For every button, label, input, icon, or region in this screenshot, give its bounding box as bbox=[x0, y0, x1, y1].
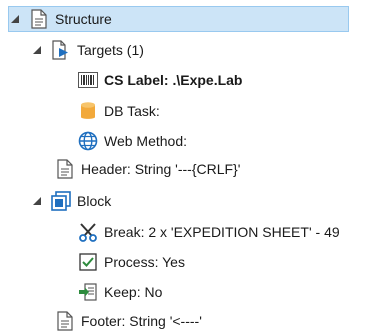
tree-node-label: Targets (1) bbox=[77, 42, 144, 58]
document-icon bbox=[55, 311, 75, 331]
tree-node-keep[interactable]: Keep: No bbox=[78, 279, 162, 305]
scissors-icon bbox=[78, 222, 98, 242]
tree-node-block[interactable]: Block bbox=[31, 188, 111, 214]
tree-node-label: Keep: No bbox=[104, 284, 163, 300]
expanded-triangle-icon[interactable] bbox=[9, 13, 21, 25]
tree-node-label: Break: 2 x 'EXPEDITION SHEET' - 49 bbox=[104, 224, 340, 240]
expanded-triangle-icon[interactable] bbox=[31, 44, 43, 56]
tree-node-db-task[interactable]: DB Task: bbox=[78, 98, 160, 124]
document-icon bbox=[29, 9, 49, 29]
tree-node-header[interactable]: Header: String '---{CRLF}' bbox=[55, 156, 240, 182]
tree-node-label: Footer: String '<----' bbox=[81, 313, 202, 329]
structure-tree: Structure Targets (1) CS Label: .\Expe.L… bbox=[0, 0, 375, 332]
tree-node-break[interactable]: Break: 2 x 'EXPEDITION SHEET' - 49 bbox=[78, 219, 340, 245]
tree-node-label: Structure bbox=[55, 11, 112, 27]
tree-node-label: DB Task: bbox=[104, 103, 160, 119]
tree-node-structure[interactable]: Structure bbox=[8, 6, 349, 32]
tree-node-label: Header: String '---{CRLF}' bbox=[81, 161, 241, 177]
tree-node-web-method[interactable]: Web Method: bbox=[78, 128, 187, 154]
tree-node-targets[interactable]: Targets (1) bbox=[31, 37, 144, 63]
document-icon bbox=[55, 159, 75, 179]
expanded-triangle-icon[interactable] bbox=[31, 195, 43, 207]
targets-document-icon bbox=[51, 40, 71, 60]
tree-node-label: Process: Yes bbox=[104, 254, 185, 270]
tree-node-label: CS Label: .\Expe.Lab bbox=[104, 72, 243, 88]
checkbox-checked-icon bbox=[78, 252, 98, 272]
database-icon bbox=[78, 101, 98, 121]
keep-icon bbox=[78, 282, 98, 302]
globe-icon bbox=[78, 131, 98, 151]
tree-node-cs-label[interactable]: CS Label: .\Expe.Lab bbox=[78, 67, 242, 93]
block-icon bbox=[51, 191, 71, 211]
tree-node-footer[interactable]: Footer: String '<----' bbox=[55, 308, 202, 332]
tree-node-process[interactable]: Process: Yes bbox=[78, 249, 185, 275]
barcode-icon bbox=[78, 70, 98, 90]
tree-node-label: Block bbox=[77, 193, 112, 209]
tree-node-label: Web Method: bbox=[104, 133, 188, 149]
